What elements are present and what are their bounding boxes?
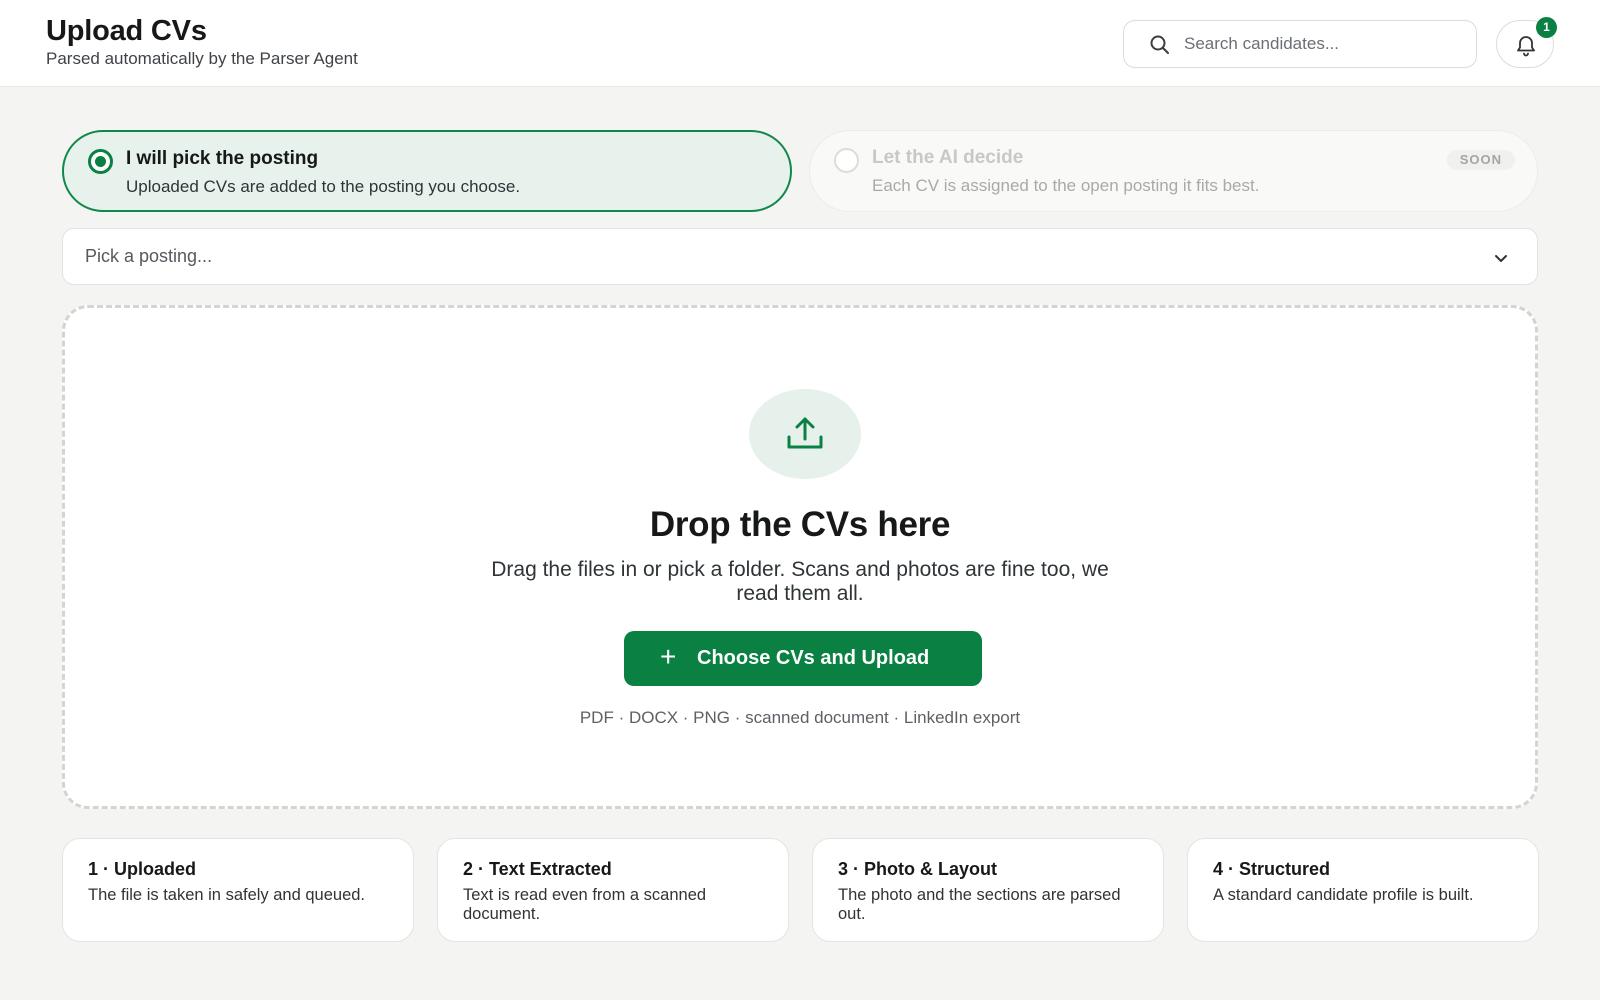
search-box[interactable] [1123,20,1477,68]
step-title: 2 · Text Extracted [463,859,612,879]
step-title: 1 · Uploaded [88,859,197,879]
top-header: Upload CVs Parsed automatically by the P… [0,0,1600,87]
option-ai-description: Each CV is assigned to the open posting … [872,176,1260,195]
cv-dropzone[interactable]: Drop the CVs here Drag the files in or p… [62,305,1538,809]
step-card-text-extracted: 2 · Text Extracted Text is read even fro… [437,838,789,942]
option-ai-decide: Let the AI decide Each CV is assigned to… [809,130,1538,212]
step-card-photo-layout: 3 · Photo & Layout The photo and the sec… [812,838,1164,942]
step-description: Text is read even from a scanned documen… [463,886,707,923]
posting-select[interactable]: Pick a posting... [62,228,1538,285]
search-icon [1150,35,1169,54]
step-description: The file is taken in safely and queued. [88,886,366,904]
step-description: The photo and the sections are parsed ou… [838,886,1121,923]
radio-disabled [834,148,859,173]
option-manual-posting[interactable]: I will pick the posting Uploaded CVs are… [62,130,792,212]
option-ai-title: Let the AI decide [872,147,1024,168]
option-manual-title: I will pick the posting [126,148,319,169]
notification-badge: 1 [1536,17,1557,38]
upload-icon-container [749,389,861,479]
choose-cvs-upload-button[interactable]: + Choose CVs and Upload [624,631,982,686]
dropzone-heading: Drop the CVs here [649,505,951,544]
radio-selected[interactable] [88,149,113,174]
posting-select-placeholder: Pick a posting... [85,246,213,266]
plus-icon: + [660,641,677,672]
chevron-down-icon [1495,255,1507,262]
step-title: 4 · Structured [1213,859,1331,879]
option-manual-description: Uploaded CVs are added to the posting yo… [126,177,521,196]
page-title: Upload CVs [46,15,207,47]
step-title: 3 · Photo & Layout [838,859,997,879]
upload-icon [787,417,823,449]
soon-badge: SOON [1446,150,1515,170]
step-card-uploaded: 1 · Uploaded The file is taken in safely… [62,838,414,942]
dropzone-description: Drag the files in or pick a folder. Scan… [491,558,1109,605]
supported-formats: PDF · DOCX · PNG · scanned document · Li… [579,708,1021,727]
step-description: A standard candidate profile is built. [1213,886,1474,904]
search-input[interactable] [1184,31,1464,57]
page-subtitle: Parsed automatically by the Parser Agent [46,49,358,68]
upload-button-label: Choose CVs and Upload [697,647,930,669]
step-card-structured: 4 · Structured A standard candidate prof… [1187,838,1539,942]
bell-icon [1517,36,1535,57]
